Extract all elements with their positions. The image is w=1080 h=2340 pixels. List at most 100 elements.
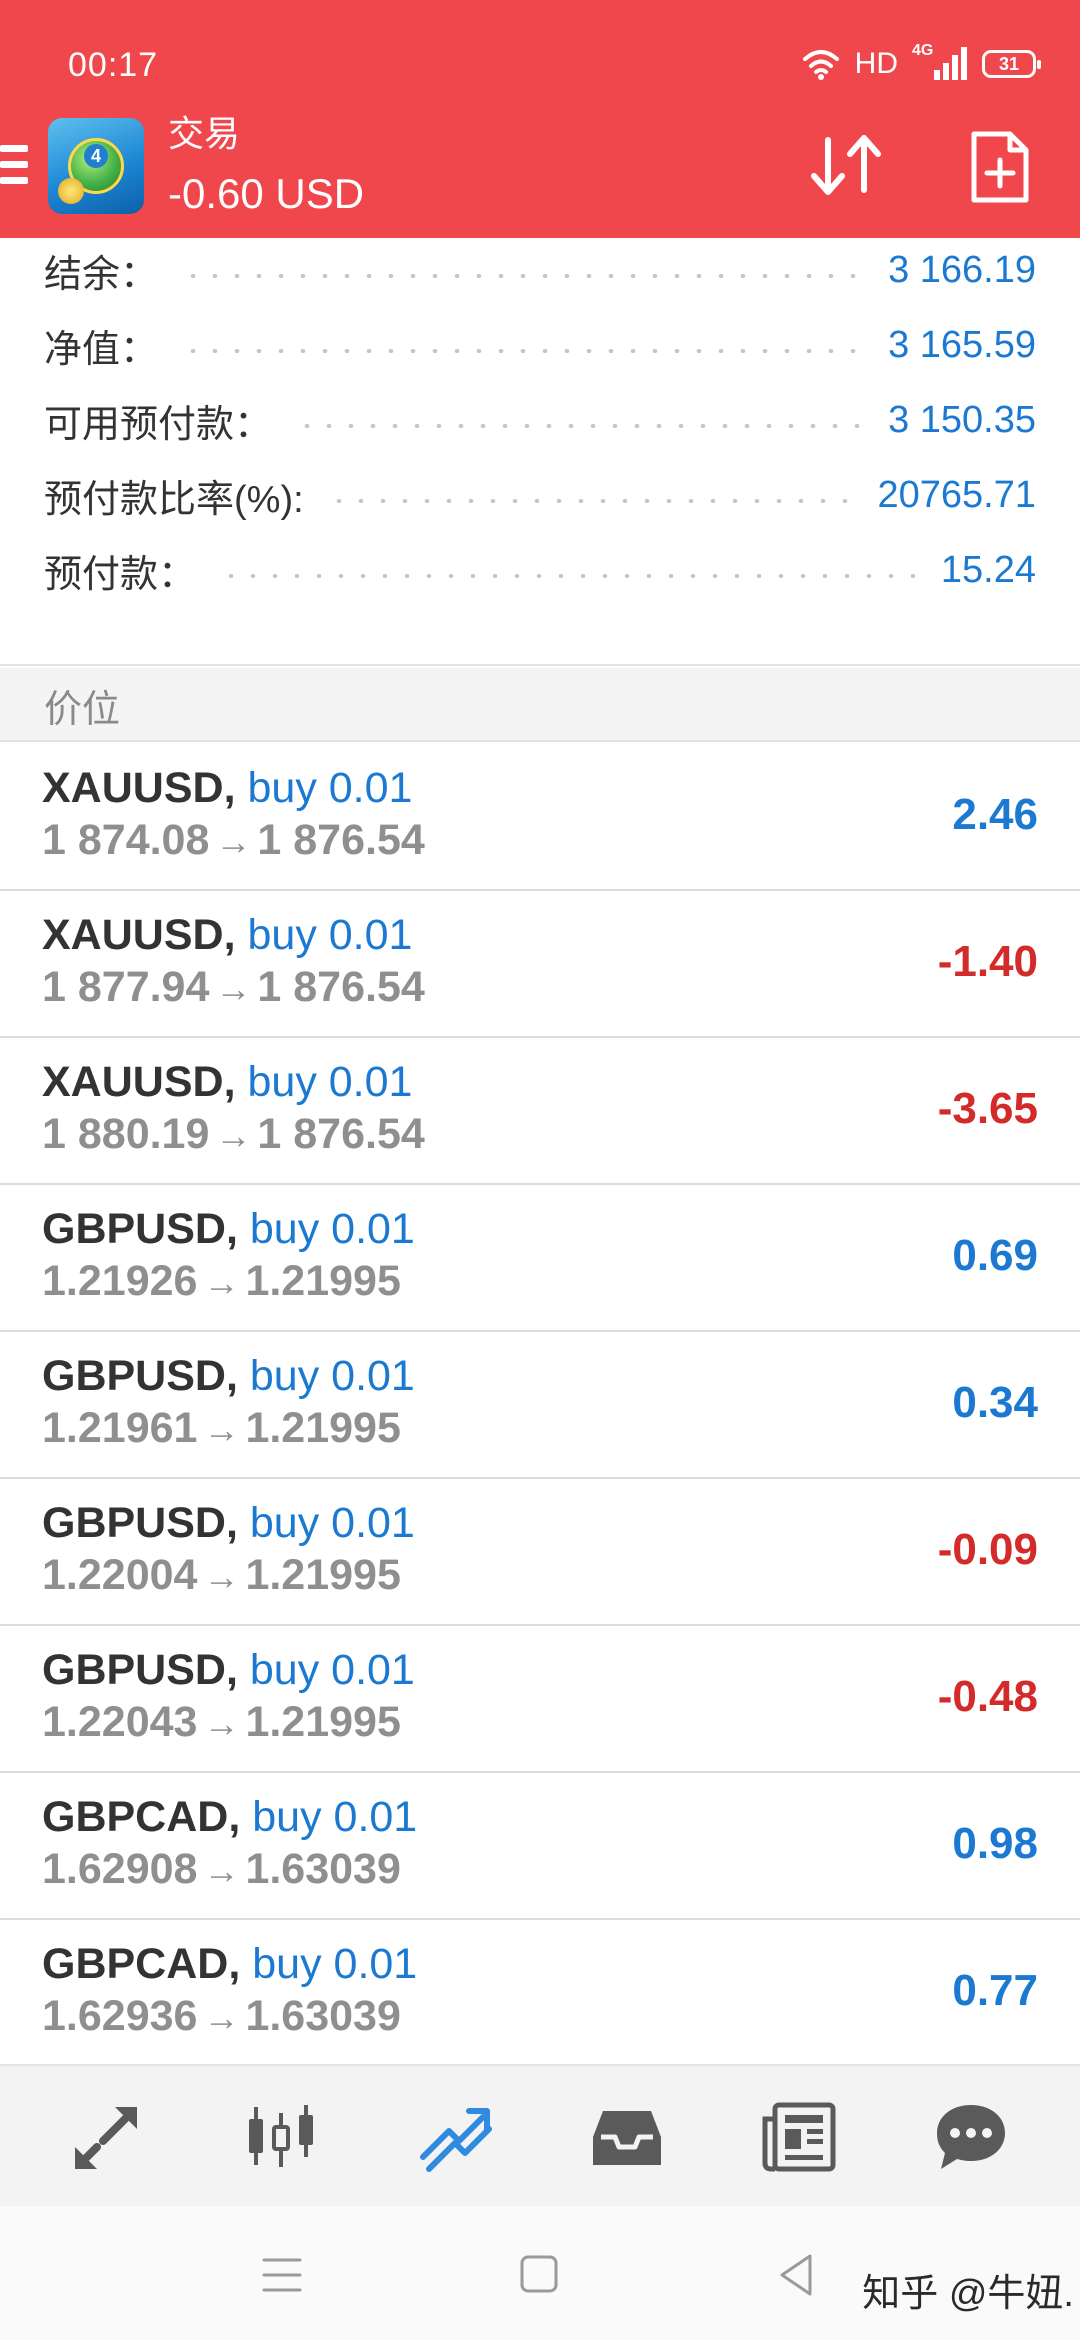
arrow-right-icon: → (203, 1997, 240, 2038)
bottom-tab-bar (0, 2064, 1080, 2206)
position-prices: 1.22004 → 1.21995 (42, 1551, 401, 1600)
wifi-icon (802, 50, 839, 80)
summary-label: 净值： (44, 328, 159, 371)
chart-tab[interactable] (238, 2094, 324, 2180)
news-tab[interactable] (756, 2094, 842, 2180)
position-prices: 1 877.94 → 1 876.54 (42, 963, 425, 1012)
arrow-right-icon: → (215, 1115, 252, 1156)
battery-icon: 31 (982, 50, 1041, 78)
dot-leader (182, 349, 865, 353)
floating-profit: -0.60 USD (168, 170, 365, 217)
position-title: GBPUSD, buy 0.01 (42, 1352, 415, 1401)
dot-leader (220, 574, 917, 578)
position-profit: -0.09 (937, 1525, 1038, 1574)
menu-icon[interactable] (0, 145, 28, 191)
position-row[interactable]: GBPUSD, buy 0.01 1.21926 → 1.21995 0.69 (0, 1185, 1080, 1332)
app-logo-icon: 4 (48, 118, 144, 214)
position-title: GBPCAD, buy 0.01 (42, 1940, 417, 1989)
summary-row-free-margin: 可用预付款： 3 150.35 (44, 392, 1036, 448)
summary-label: 结余： (44, 253, 159, 296)
back-icon[interactable] (770, 2250, 826, 2300)
arrow-right-icon: → (203, 1556, 240, 1597)
current-price: 1.63039 (245, 1845, 401, 1893)
position-title: XAUUSD, buy 0.01 (42, 1058, 412, 1107)
home-icon[interactable] (512, 2250, 568, 2300)
status-icons: HD 4G 31 (801, 42, 1041, 84)
position-symbol: GBPUSD, (42, 1499, 238, 1547)
history-tab[interactable] (584, 2094, 670, 2180)
position-symbol: GBPCAD, (42, 1940, 241, 1988)
open-price: 1.22043 (42, 1698, 198, 1746)
position-profit: -0.48 (937, 1672, 1038, 1721)
open-price: 1.22004 (42, 1551, 198, 1599)
position-symbol: GBPUSD, (42, 1352, 238, 1400)
arrow-right-icon: → (215, 968, 252, 1009)
open-price: 1.62936 (42, 1992, 198, 2040)
position-profit: 0.98 (952, 1819, 1038, 1868)
position-prices: 1 874.08 → 1 876.54 (42, 816, 425, 865)
positions-list: XAUUSD, buy 0.01 1 874.08 → 1 876.54 2.46 XAU… (0, 744, 1080, 2067)
system-nav-bar: 知乎 @牛妞. (0, 2206, 1080, 2340)
arrow-right-icon: → (215, 821, 252, 862)
position-title: GBPUSD, buy 0.01 (42, 1499, 415, 1548)
open-price: 1.62908 (42, 1845, 198, 1893)
trade-tab[interactable] (412, 2094, 498, 2180)
position-profit: 0.69 (952, 1231, 1038, 1280)
cell-signal-icon: 4G (912, 42, 968, 84)
account-summary: 结余： 3 166.19 净值： 3 165.59 可用预付款： 3 150.3… (0, 238, 1080, 666)
summary-row-equity: 净值： 3 165.59 (44, 317, 1036, 373)
position-prices: 1.21961 → 1.21995 (42, 1404, 401, 1453)
position-profit: 0.34 (952, 1378, 1038, 1427)
quotes-tab[interactable] (64, 2094, 150, 2180)
arrow-right-icon: → (203, 1703, 240, 1744)
dot-leader (327, 499, 854, 503)
position-row[interactable]: GBPCAD, buy 0.01 1.62936 → 1.63039 0.77 (0, 1920, 1080, 2067)
page-title: 交易 (168, 113, 241, 154)
position-side-volume: buy 0.01 (252, 1793, 418, 1841)
position-prices: 1.21926 → 1.21995 (42, 1257, 401, 1306)
summary-label: 可用预付款： (44, 403, 273, 446)
quotes-icon (75, 2107, 137, 2169)
status-time: 00:17 (68, 46, 159, 84)
position-row[interactable]: GBPUSD, buy 0.01 1.21961 → 1.21995 0.34 (0, 1332, 1080, 1479)
current-price: 1 876.54 (257, 816, 425, 864)
summary-label: 预付款： (44, 553, 197, 596)
current-price: 1.63039 (245, 1992, 401, 2040)
chart-icon (249, 2105, 313, 2167)
position-profit: 2.46 (952, 790, 1038, 839)
open-price: 1.21926 (42, 1257, 198, 1305)
position-row[interactable]: XAUUSD, buy 0.01 1 874.08 → 1 876.54 2.46 (0, 744, 1080, 891)
dot-leader (182, 274, 865, 278)
position-symbol: GBPUSD, (42, 1205, 238, 1253)
open-price: 1 880.19 (42, 1110, 210, 1158)
recents-icon[interactable] (254, 2250, 310, 2300)
position-title: XAUUSD, buy 0.01 (42, 911, 412, 960)
position-row[interactable]: GBPUSD, buy 0.01 1.22004 → 1.21995 -0.09 (0, 1479, 1080, 1626)
current-price: 1 876.54 (257, 1110, 425, 1158)
position-title: GBPCAD, buy 0.01 (42, 1793, 417, 1842)
summary-row-margin-level: 预付款比率(%): 20765.71 (44, 467, 1036, 523)
position-side-volume: buy 0.01 (249, 1499, 415, 1547)
current-price: 1.21995 (245, 1698, 401, 1746)
position-side-volume: buy 0.01 (247, 911, 413, 959)
position-row[interactable]: GBPCAD, buy 0.01 1.62908 → 1.63039 0.98 (0, 1773, 1080, 1920)
position-prices: 1.22043 → 1.21995 (42, 1698, 401, 1747)
sort-icon[interactable] (806, 130, 886, 200)
hd-indicator: HD (854, 47, 898, 80)
watermark: 知乎 @牛妞. (862, 2273, 1074, 2315)
position-title: XAUUSD, buy 0.01 (42, 764, 412, 813)
position-row[interactable]: GBPUSD, buy 0.01 1.22043 → 1.21995 -0.48 (0, 1626, 1080, 1773)
chat-tab[interactable] (928, 2094, 1014, 2180)
position-row[interactable]: XAUUSD, buy 0.01 1 877.94 → 1 876.54 -1.40 (0, 891, 1080, 1038)
new-order-icon[interactable] (968, 130, 1032, 204)
position-row[interactable]: XAUUSD, buy 0.01 1 880.19 → 1 876.54 -3.65 (0, 1038, 1080, 1185)
arrow-right-icon: → (203, 1850, 240, 1891)
position-prices: 1.62936 → 1.63039 (42, 1992, 401, 2041)
summary-value: 3 165.59 (888, 323, 1036, 366)
current-price: 1.21995 (245, 1551, 401, 1599)
positions-section-header: 价位 (0, 668, 1080, 742)
position-side-volume: buy 0.01 (252, 1940, 418, 1988)
position-profit: -1.40 (937, 937, 1038, 986)
news-icon (762, 2102, 836, 2172)
trade-icon (420, 2108, 492, 2172)
